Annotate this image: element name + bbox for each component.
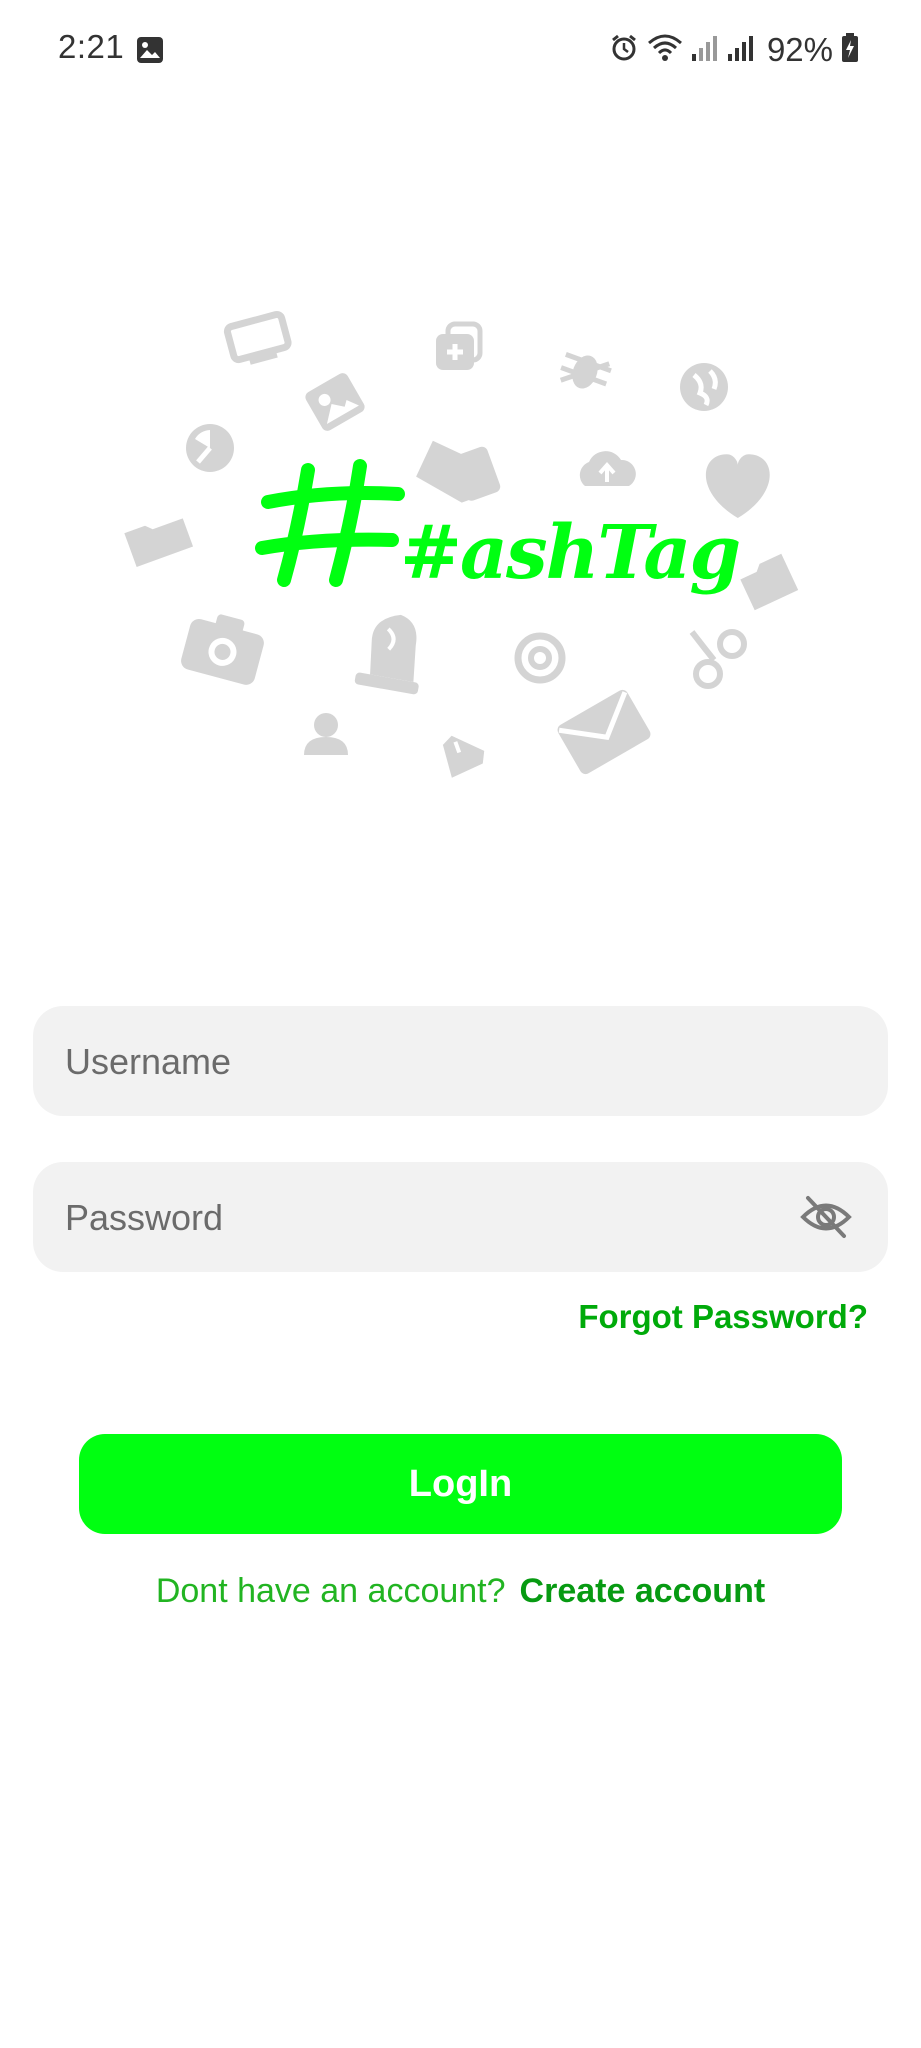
status-icons: 92% xyxy=(609,28,859,72)
battery-percent: 92% xyxy=(766,31,833,68)
camera-icon xyxy=(181,614,264,685)
tag-icon xyxy=(740,553,799,611)
photo-icon xyxy=(305,373,365,431)
wifi-icon xyxy=(647,33,683,68)
user-icon xyxy=(304,713,348,755)
monitor-icon xyxy=(223,310,292,365)
gallery-icon xyxy=(136,36,164,69)
diamond-icon xyxy=(442,735,485,778)
cloud-upload-icon xyxy=(579,451,636,486)
globe-icon xyxy=(680,363,728,411)
logo-illustration: #ashTag xyxy=(0,280,921,800)
cyclist-icon xyxy=(689,629,747,689)
chess-knight-icon xyxy=(354,614,419,695)
username-field[interactable] xyxy=(33,1006,888,1118)
hash-logo-icon xyxy=(255,459,405,587)
status-bar: 2:21 92% xyxy=(0,0,921,104)
logo-text: #ashTag xyxy=(400,510,741,596)
forgot-password-link[interactable]: Forgot Password? xyxy=(578,1298,868,1336)
alarm-icon xyxy=(609,33,639,68)
signup-row: Dont have an account? Create account xyxy=(0,1572,921,1611)
login-button[interactable]: LogIn xyxy=(79,1434,842,1534)
arrow-icon xyxy=(416,440,501,503)
signal-icon xyxy=(727,34,755,67)
status-time: 2:21 xyxy=(58,28,125,65)
eye-off-icon[interactable] xyxy=(800,1194,852,1240)
create-account-link[interactable]: Create account xyxy=(520,1572,766,1610)
battery-charging-icon xyxy=(841,32,859,68)
heart-icon xyxy=(705,454,770,518)
folder-icon xyxy=(124,518,194,568)
bug-icon xyxy=(559,352,612,389)
signup-prompt: Dont have an account? xyxy=(155,1572,506,1610)
signal-icon xyxy=(691,34,719,67)
spiral-icon xyxy=(514,632,566,684)
password-input[interactable] xyxy=(63,1162,787,1274)
password-field[interactable] xyxy=(33,1162,888,1274)
username-input[interactable] xyxy=(63,1006,787,1118)
envelope-icon xyxy=(557,689,651,775)
pie-icon xyxy=(186,424,234,472)
medkit-icon xyxy=(436,321,483,370)
